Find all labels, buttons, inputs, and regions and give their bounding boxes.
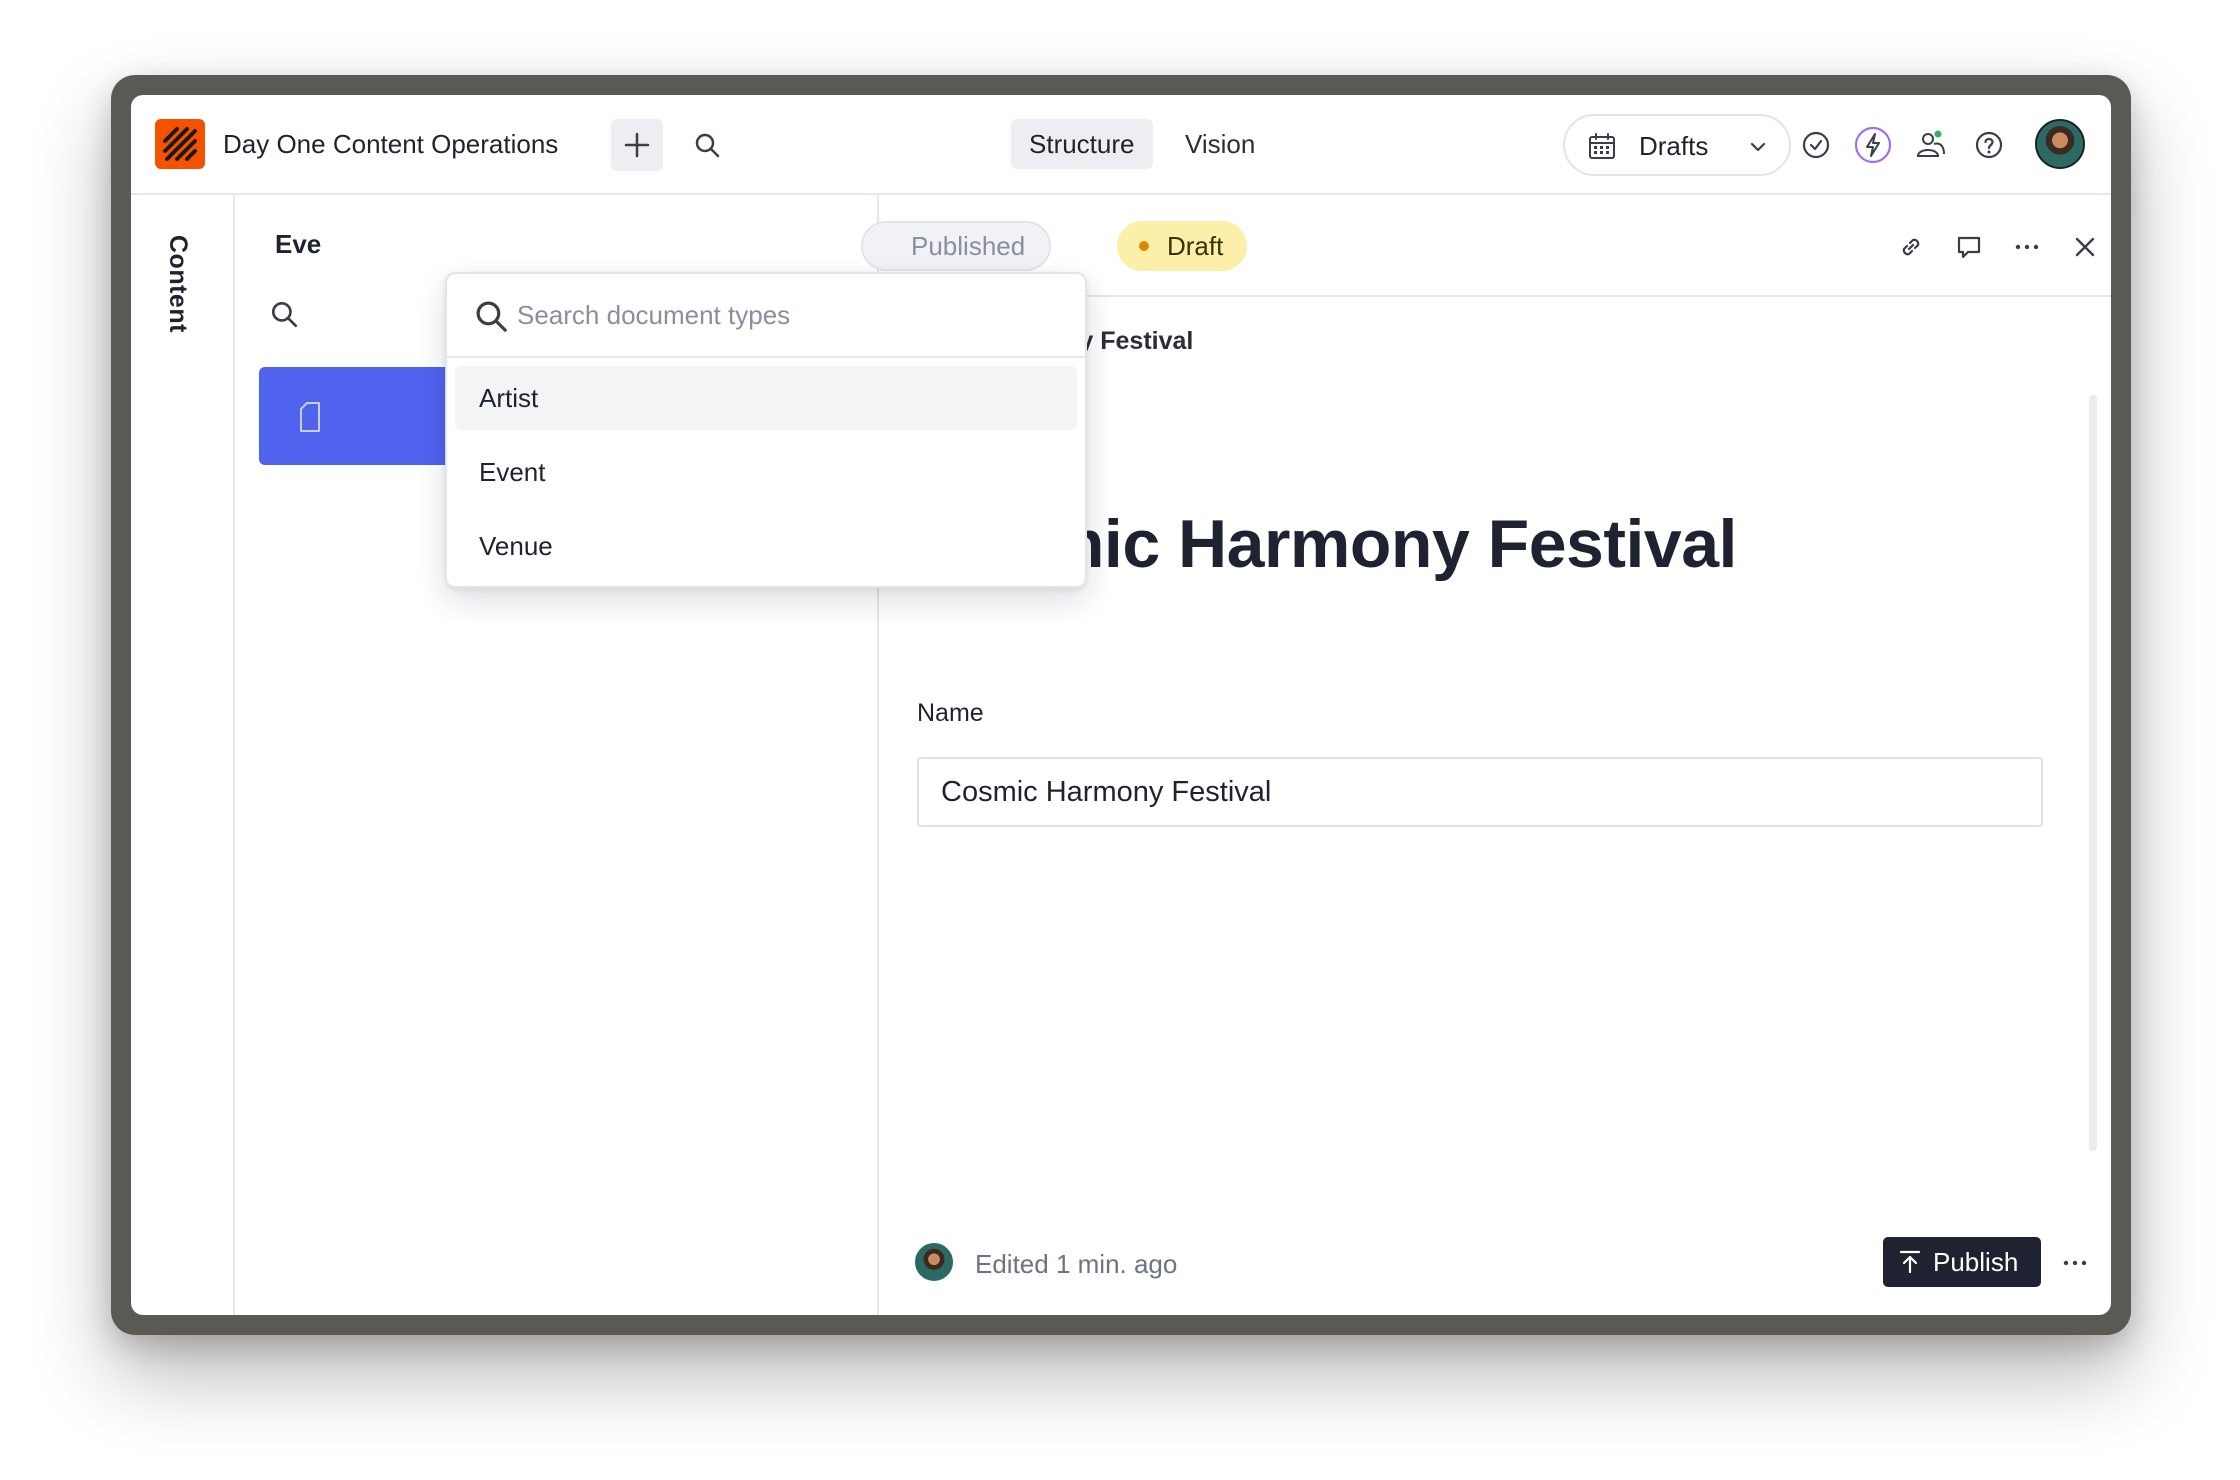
ai-assist-button[interactable] (1853, 125, 1893, 165)
users-icon (1916, 130, 1945, 157)
menu-item-artist[interactable]: Artist (455, 366, 1077, 430)
app-window: Day One Content Operations Structure Vis… (131, 95, 2111, 1315)
perspective-select[interactable]: Drafts (1563, 114, 1791, 176)
copy-link-button[interactable] (1891, 227, 1931, 267)
document-icon (295, 401, 325, 438)
draft-dot-icon (1139, 241, 1149, 251)
document-type-search (447, 274, 1085, 358)
tool-rail: Content (131, 195, 235, 1315)
name-field-input[interactable] (917, 757, 2043, 827)
comments-button[interactable] (1949, 227, 1989, 267)
check-circle-icon (1802, 131, 1830, 159)
search-icon (695, 133, 720, 158)
bolt-icon (1854, 126, 1892, 164)
search-icon (476, 301, 507, 332)
close-pane-button[interactable] (2065, 227, 2105, 267)
menu-item-venue[interactable]: Venue (455, 514, 1077, 578)
list-pane-title: Eve (275, 229, 322, 259)
workspace-logo[interactable] (155, 119, 205, 169)
rail-content-label[interactable]: Content (163, 235, 192, 333)
publish-button[interactable]: Publish (1883, 1237, 2041, 1287)
editor-avatar (915, 1243, 953, 1281)
close-icon (2075, 237, 2095, 257)
calendar-icon (1589, 133, 1615, 159)
top-navbar: Day One Content Operations Structure Vis… (131, 95, 2111, 195)
tab-structure[interactable]: Structure (1011, 119, 1153, 169)
draft-status-label: Draft (1167, 230, 1224, 261)
edited-status: Edited 1 min. ago (975, 1249, 1178, 1279)
presence-button[interactable] (1911, 125, 1951, 165)
workspace-title[interactable]: Day One Content Operations (223, 129, 558, 160)
draft-status-tab[interactable]: Draft (1117, 221, 1248, 271)
published-status-tab[interactable]: Published (861, 221, 1052, 271)
comment-icon (1957, 236, 1981, 259)
list-search-button[interactable] (269, 299, 305, 335)
document-more-button[interactable] (2007, 227, 2047, 267)
name-field-label: Name (917, 699, 984, 727)
document-type-search-input[interactable] (517, 292, 1057, 338)
publish-icon (1899, 1250, 1921, 1274)
more-horizontal-icon (2015, 244, 2039, 250)
more-horizontal-icon (2063, 1260, 2087, 1266)
document-type-menu: Artist Event Venue (445, 272, 1087, 588)
publish-label: Publish (1933, 1246, 2019, 1277)
user-avatar[interactable] (2035, 119, 2085, 169)
tab-vision[interactable]: Vision (1167, 119, 1273, 169)
document-scrollbar[interactable] (2089, 395, 2097, 1151)
logo-icon (163, 127, 197, 161)
chevron-down-icon (1750, 142, 1766, 152)
device-frame: Day One Content Operations Structure Vis… (111, 75, 2131, 1335)
link-icon (1902, 238, 1920, 256)
document-actions-button[interactable] (2055, 1243, 2095, 1283)
menu-item-event[interactable]: Event (455, 440, 1077, 504)
global-search-button[interactable] (687, 125, 727, 165)
search-icon (271, 301, 298, 328)
help-button[interactable] (1969, 125, 2009, 165)
perspective-label: Drafts (1639, 131, 1709, 161)
tasks-button[interactable] (1796, 125, 1836, 165)
help-icon (1975, 131, 2003, 159)
new-document-button[interactable] (611, 119, 663, 171)
plus-icon (624, 132, 650, 158)
